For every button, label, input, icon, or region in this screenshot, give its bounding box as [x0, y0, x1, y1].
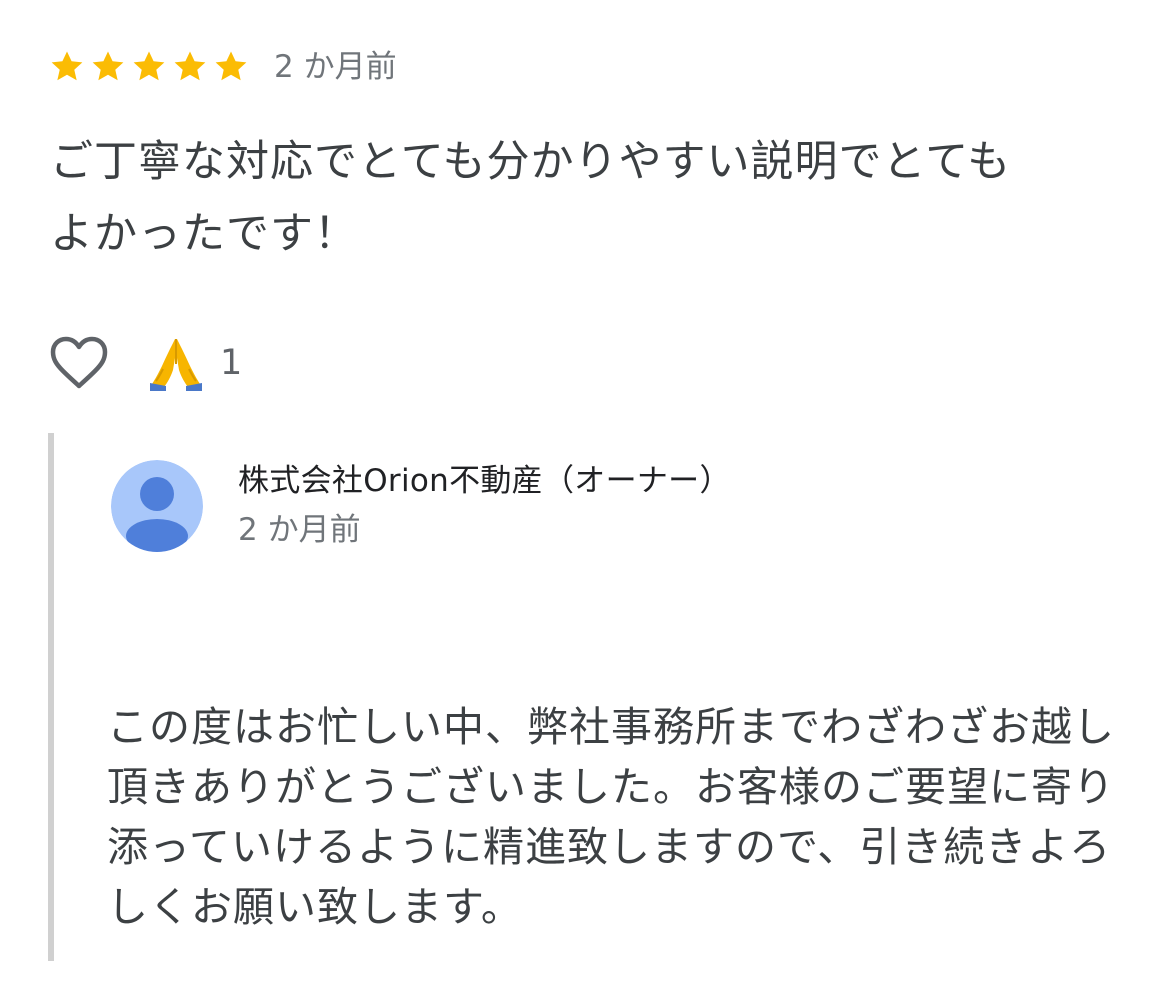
owner-name: 株式会社Orion不動産（オーナー） [238, 463, 731, 499]
star-icon [130, 48, 168, 86]
star-icon [48, 48, 86, 86]
folded-hands-icon [146, 334, 206, 392]
person-avatar-icon [111, 460, 203, 552]
like-button[interactable] [48, 334, 110, 392]
review-card: 2 か月前 ご丁寧な対応でとても分かりやすい説明でとても よかったです！ 1 株… [0, 0, 1170, 984]
star-icon [89, 48, 127, 86]
owner-reply: 株式会社Orion不動産（オーナー） 2 か月前 この度はお忙しい中、弊社事務所… [48, 433, 1130, 961]
reaction-count: 1 [220, 343, 243, 383]
reaction-chip[interactable]: 1 [146, 334, 242, 392]
review-date: 2 か月前 [274, 49, 397, 85]
reaction-row: 1 [48, 334, 242, 392]
star-icon [212, 48, 250, 86]
star-rating [48, 48, 250, 86]
reply-text: この度はお忙しい中、弊社事務所までわざわざお越し 頂きありがとうございました。お… [107, 703, 1115, 931]
review-text: ご丁寧な対応でとても分かりやすい説明でとても よかったです！ [50, 137, 1012, 259]
reply-date: 2 か月前 [238, 512, 361, 548]
star-icon [171, 48, 209, 86]
heart-outline-icon [50, 336, 108, 389]
rating-row: 2 か月前 [48, 44, 397, 90]
